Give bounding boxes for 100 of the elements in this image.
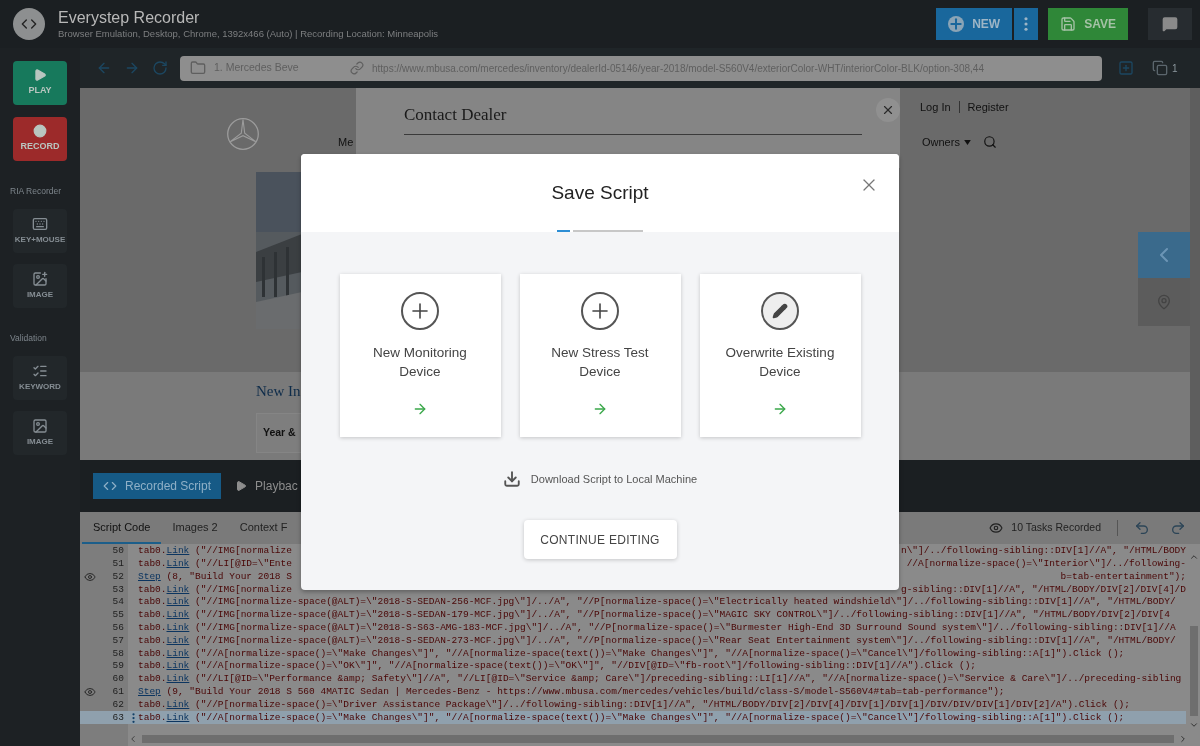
tool-icon (32, 417, 48, 434)
reload-icon[interactable] (152, 60, 168, 76)
code-line: tab0.Link ("//IMG[normalize-space(@ALT)=\"2018-S-S63-AMG-183-MCF.jpg\"]/../A", "//P[normalize-space()=\"Burmester High-End 3D Surround Sound system\"]/../following-sibling::DIV[1]//A (138, 621, 1176, 636)
method-link[interactable]: Link (166, 545, 190, 557)
code-line: //A[normalize-space()=\"Interior\"]/../following- (906, 557, 1186, 572)
app-title: Everystep Recorder (58, 8, 201, 27)
nav-link[interactable]: Me (338, 134, 354, 151)
play-button[interactable]: PLAY (13, 61, 67, 105)
tool-icon (32, 215, 48, 232)
code-line: tab0.Link ("//IMG[normalize-space(@ALT)=\"2018-S-SEDAN-256-MCF.jpg\"]/../A", "//P[normalize-space()=\"Electrically heated windshield\"]/../following-sibling::DIV[1]//A", "/HTML/BODY/ (138, 595, 1176, 610)
tabs-icon[interactable] (1152, 60, 1168, 76)
app-subtitle: Browser Emulation, Desktop, Chrome, 1392x466 (Auto) | Recording Location: Minneapolis (58, 26, 439, 40)
method-link[interactable]: Link (166, 596, 190, 608)
code-line: n\"]/../following-sibling::DIV[1]//A", "/HTML/BODY (900, 544, 1186, 559)
section-label: RIA Recorder (10, 185, 63, 198)
scroll-left-icon[interactable] (128, 734, 138, 744)
sub-tab[interactable]: Context F (228, 512, 299, 544)
drag-handle-icon[interactable] (131, 712, 135, 723)
scroll-down-icon[interactable] (1189, 720, 1199, 730)
link-icon (350, 61, 364, 75)
page-heading: New In (256, 382, 302, 401)
method-link[interactable]: Link (166, 673, 190, 685)
panel-title: Contact Dealer (404, 105, 507, 124)
save-button[interactable]: SAVE (1048, 8, 1128, 40)
step-link[interactable]: Step (138, 686, 161, 698)
step-link[interactable]: Step (138, 570, 161, 582)
method-link[interactable]: Link (166, 647, 190, 659)
redo-icon[interactable] (1170, 520, 1186, 536)
play-icon (235, 480, 248, 492)
new-button[interactable]: NEW (936, 8, 1013, 40)
option-label: New Stress Test Device (550, 344, 650, 381)
tool-button[interactable]: KEYWORD (13, 355, 67, 400)
scrollbar[interactable] (1190, 626, 1198, 716)
line-number: 62 (112, 697, 124, 712)
download-link[interactable]: Download Script to Local Machine (502, 470, 698, 488)
line-number: 58 (112, 646, 124, 661)
scroll-right-icon[interactable] (1178, 734, 1188, 744)
search-icon[interactable] (982, 135, 997, 150)
option-card[interactable]: Overwrite Existing Device (699, 274, 861, 437)
panel-tab[interactable]: Recorded Script (93, 473, 222, 499)
method-link[interactable]: Link (166, 609, 190, 621)
undo-icon[interactable] (1134, 520, 1150, 536)
eye-icon (989, 521, 1004, 535)
line-number: 59 (112, 659, 124, 674)
plus-icon (401, 292, 439, 330)
code-line: b=tab-entertainment"); (1060, 569, 1186, 584)
option-card[interactable]: New Monitoring Device (339, 274, 501, 437)
section-label: Validation (10, 331, 48, 345)
method-link[interactable]: Link (166, 558, 190, 570)
caret-icon[interactable] (963, 139, 971, 145)
code-line: Step (8, "Build Your 2018 S (138, 569, 292, 584)
continue-button[interactable]: CONTINUE EDITING (523, 520, 677, 559)
plus-icon (948, 16, 965, 32)
sub-tab[interactable]: Images 2 (161, 512, 229, 544)
panel-tab[interactable]: Playbac (225, 473, 308, 499)
method-link[interactable]: Link (166, 622, 190, 634)
record-button[interactable]: RECORD (13, 117, 67, 161)
owners-menu[interactable]: Owners (922, 134, 960, 151)
scrollbar[interactable] (142, 735, 1174, 743)
new-tab-icon[interactable] (1118, 60, 1134, 76)
method-link[interactable]: Link (166, 698, 190, 710)
back-icon[interactable] (96, 60, 112, 76)
logo-icon (226, 117, 260, 151)
line-number: 54 (112, 595, 124, 610)
close-button[interactable] (876, 98, 900, 122)
tool-icon (32, 270, 48, 287)
arrow-icon (412, 401, 428, 417)
more-icon (1024, 17, 1029, 31)
save-icon (1060, 16, 1077, 32)
method-link[interactable]: Link (166, 583, 190, 595)
tool-button[interactable]: KEY+MOUSE (13, 208, 67, 253)
method-link[interactable]: Link (166, 711, 190, 723)
code-icon (103, 479, 117, 493)
chat-icon (1162, 16, 1178, 32)
pin-icon[interactable] (1156, 294, 1172, 310)
tool-button[interactable]: IMAGE (13, 263, 67, 308)
line-number: 53 (112, 582, 124, 597)
filter-dropdown[interactable]: Year & (256, 412, 302, 453)
folder-icon (190, 60, 206, 76)
code-line: tab0.Link ("//IMG[normalize-space(@ALT)=\"2018-S-SEDAN-179-MCF.jpg\"]/../A", "//P[normalize-space()=\"MAGIC SKY CONTROL\"]/../following-sibling::DIV[1]//A", "/HTML/BODY/DIV[2]/DIV[4 (138, 608, 1170, 623)
method-link[interactable]: Link (166, 660, 190, 672)
method-link[interactable]: Link (166, 634, 190, 646)
code-line: tab0.Link ("//LI[@ID=\"Ente (138, 557, 292, 572)
line-number: 56 (112, 621, 124, 636)
code-line: tab0.Link ("//IMG[normalize-space(@ALT)=\"2018-S-SEDAN-273-MCF.jpg\"]/../A", "//P[normalize-space()=\"Rear Seat Entertainment system\"]/../following-sibling::DIV[1]//A", "/HTML/BODY/ (138, 633, 1176, 648)
register-link[interactable]: Register (967, 99, 1009, 116)
tool-button[interactable]: IMAGE (13, 410, 67, 455)
option-card[interactable]: New Stress Test Device (519, 274, 681, 437)
tasks-count: 10 Tasks Recorded (1011, 520, 1101, 536)
more-button[interactable] (1014, 8, 1039, 40)
code-line: tab0.Link ("//IMG[normalize (138, 544, 292, 559)
download-icon (502, 470, 521, 488)
code-line: tab0.Link ("//A[normalize-space()=\"Make Changes\"]", "//A[normalize-space(text())=\"Make Changes\"]", "//A[normalize-space()=\"Cancel\"]/following-sibling::A[1]").Click (); (138, 710, 1125, 725)
code-line: g-sibling::DIV[1]//A", "/HTML/BODY/DIV[2]/DIV[4]/D (900, 582, 1186, 597)
chat-button[interactable] (1148, 8, 1192, 40)
scrollbar[interactable] (1190, 88, 1200, 460)
scroll-up-icon[interactable] (1189, 552, 1199, 562)
close-icon (881, 103, 895, 117)
login-link[interactable]: Log In (920, 99, 951, 116)
forward-icon[interactable] (124, 60, 140, 76)
